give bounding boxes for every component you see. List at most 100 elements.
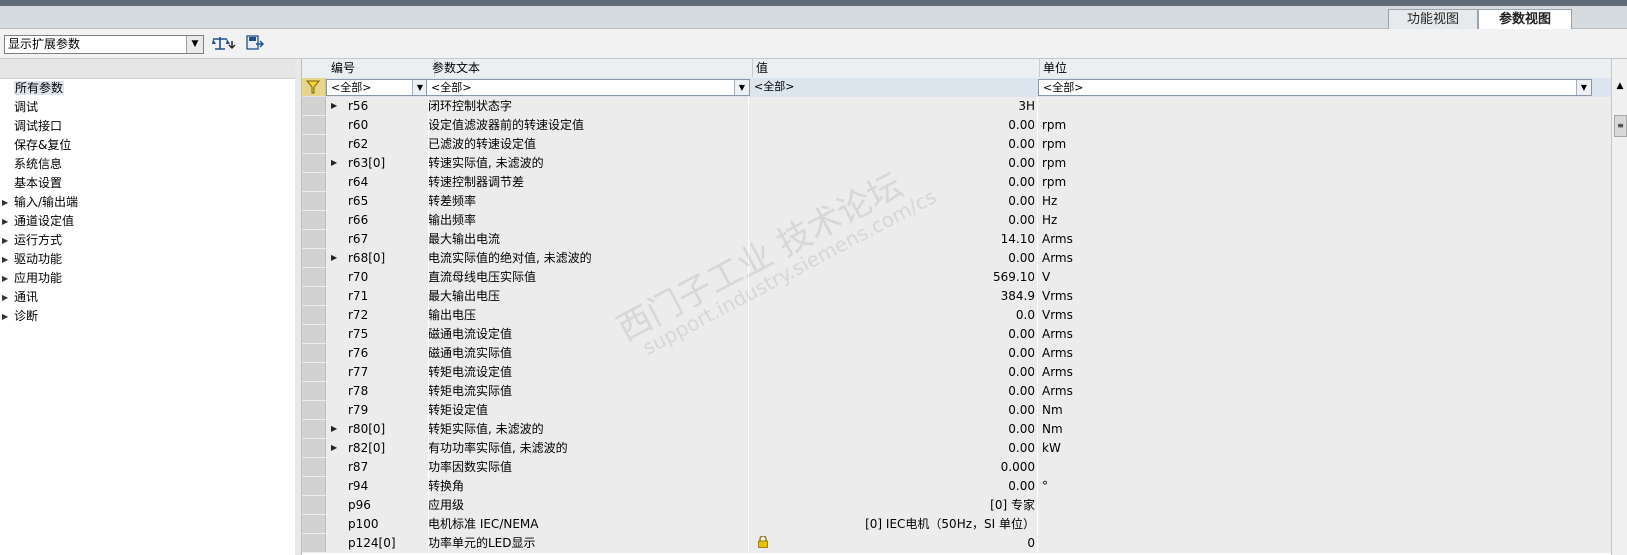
row-header[interactable] bbox=[302, 306, 326, 324]
row-header[interactable] bbox=[302, 230, 326, 248]
table-row[interactable]: p100 电机标准 IEC/NEMA [0] IEC电机（50Hz，SI 单位） bbox=[302, 515, 1611, 535]
table-row[interactable]: r78 转矩电流实际值 0.00 Arms bbox=[302, 382, 1611, 402]
scroll-up-icon[interactable]: ▲ bbox=[1612, 78, 1627, 94]
tree-item[interactable]: ▶ 应用功能 bbox=[0, 269, 295, 288]
table-row[interactable]: ▶ r56 闭环控制状态字 3H bbox=[302, 97, 1611, 117]
expand-arrow-icon[interactable]: ▶ bbox=[331, 439, 337, 457]
table-row[interactable]: r94 转换角 0.00 ° bbox=[302, 477, 1611, 497]
expand-arrow-icon[interactable]: ▶ bbox=[2, 250, 8, 269]
panel-splitter[interactable] bbox=[295, 59, 302, 555]
row-header[interactable] bbox=[302, 534, 326, 552]
tree-item[interactable]: ▶ 诊断 bbox=[0, 307, 295, 326]
expand-arrow-icon[interactable]: ▶ bbox=[331, 97, 337, 115]
expand-arrow-icon[interactable]: ▶ bbox=[2, 231, 8, 250]
table-row[interactable]: r70 直流母线电压实际值 569.10 V bbox=[302, 268, 1611, 288]
table-row[interactable]: ▶ r63[0] 转速实际值, 未滤波的 0.00 rpm bbox=[302, 154, 1611, 174]
row-header[interactable] bbox=[302, 287, 326, 305]
table-row[interactable]: r62 已滤波的转速设定值 0.00 rpm bbox=[302, 135, 1611, 155]
chevron-down-icon[interactable]: ▼ bbox=[412, 80, 427, 95]
expand-arrow-icon[interactable]: ▶ bbox=[2, 269, 8, 288]
table-row[interactable]: p96 应用级 [0] 专家 bbox=[302, 496, 1611, 516]
table-row[interactable]: r75 磁通电流设定值 0.00 Arms bbox=[302, 325, 1611, 345]
chevron-down-icon[interactable]: ▼ bbox=[734, 80, 749, 95]
tree-item[interactable]: ▶ 输入/输出端 bbox=[0, 193, 295, 212]
row-header[interactable] bbox=[302, 458, 326, 476]
table-row[interactable]: r77 转矩电流设定值 0.00 Arms bbox=[302, 363, 1611, 383]
parameter-value[interactable]: 0.00 bbox=[752, 401, 1035, 419]
parameter-value[interactable]: 0.00 bbox=[752, 477, 1035, 495]
table-row[interactable]: r72 输出电压 0.0 Vrms bbox=[302, 306, 1611, 326]
view-filter-dropdown[interactable]: 显示扩展参数 ▼ bbox=[4, 35, 204, 54]
expand-arrow-icon[interactable]: ▶ bbox=[2, 212, 8, 231]
row-header[interactable] bbox=[302, 154, 326, 172]
row-header[interactable] bbox=[302, 268, 326, 286]
table-row[interactable]: ▶ r80[0] 转矩实际值, 未滤波的 0.00 Nm bbox=[302, 420, 1611, 440]
parameter-value[interactable]: 0.00 bbox=[752, 382, 1035, 400]
tab-function-view[interactable]: 功能视图 bbox=[1388, 9, 1478, 29]
row-header[interactable] bbox=[302, 496, 326, 514]
column-header-value[interactable]: 值 bbox=[752, 59, 1040, 77]
row-header[interactable] bbox=[302, 192, 326, 210]
row-header[interactable] bbox=[302, 135, 326, 153]
vertical-scrollbar[interactable]: ▲ ≡ bbox=[1611, 59, 1627, 555]
row-header[interactable] bbox=[302, 420, 326, 438]
table-row[interactable]: p124[0] 功率单元的LED显示 0 bbox=[302, 534, 1611, 554]
filter-text[interactable]: <全部> ▼ bbox=[426, 79, 750, 96]
table-row[interactable]: r64 转速控制器调节差 0.00 rpm bbox=[302, 173, 1611, 193]
parameter-value[interactable]: 0.00 bbox=[752, 344, 1035, 362]
parameter-value[interactable]: [0] IEC电机（50Hz，SI 单位） bbox=[752, 515, 1035, 533]
tree-item[interactable]: 基本设置 bbox=[0, 174, 295, 193]
filter-unit[interactable]: <全部> ▼ bbox=[1038, 79, 1592, 96]
expand-arrow-icon[interactable]: ▶ bbox=[331, 249, 337, 267]
parameter-value[interactable]: 0.00 bbox=[752, 363, 1035, 381]
table-row[interactable]: r71 最大输出电压 384.9 Vrms bbox=[302, 287, 1611, 307]
tree-item[interactable]: ▶ 通道设定值 bbox=[0, 212, 295, 231]
tree-item[interactable]: 调试 bbox=[0, 98, 295, 117]
expand-arrow-icon[interactable]: ▶ bbox=[331, 154, 337, 172]
chevron-down-icon[interactable]: ▼ bbox=[186, 36, 203, 53]
parameter-value[interactable]: 0 bbox=[752, 534, 1035, 552]
parameter-value[interactable]: 0.00 bbox=[752, 154, 1035, 172]
parameter-value[interactable]: [0] 专家 bbox=[752, 496, 1035, 514]
parameter-value[interactable]: 0.00 bbox=[752, 325, 1035, 343]
row-header[interactable] bbox=[302, 401, 326, 419]
row-header[interactable] bbox=[302, 211, 326, 229]
table-row[interactable]: ▶ r68[0] 电流实际值的绝对值, 未滤波的 0.00 Arms bbox=[302, 249, 1611, 269]
parameter-value[interactable]: 0.000 bbox=[752, 458, 1035, 476]
tree-item[interactable]: 所有参数 bbox=[0, 79, 295, 98]
column-header-text[interactable]: 参数文本 bbox=[428, 59, 753, 77]
table-row[interactable]: r79 转矩设定值 0.00 Nm bbox=[302, 401, 1611, 421]
filter-value[interactable]: <全部> bbox=[750, 79, 1038, 94]
tab-parameter-view[interactable]: 参数视图 bbox=[1478, 9, 1572, 30]
parameter-value[interactable]: 0.0 bbox=[752, 306, 1035, 324]
row-header[interactable] bbox=[302, 344, 326, 362]
parameter-value[interactable]: 0.00 bbox=[752, 135, 1035, 153]
tree-item[interactable]: ▶ 驱动功能 bbox=[0, 250, 295, 269]
tree-item[interactable]: 系统信息 bbox=[0, 155, 295, 174]
balance-expand-icon[interactable] bbox=[212, 35, 238, 53]
table-row[interactable]: r60 设定值滤波器前的转速设定值 0.00 rpm bbox=[302, 116, 1611, 136]
row-header[interactable] bbox=[302, 173, 326, 191]
parameter-value[interactable]: 3H bbox=[752, 97, 1035, 115]
parameter-value[interactable]: 0.00 bbox=[752, 116, 1035, 134]
expand-arrow-icon[interactable]: ▶ bbox=[2, 288, 8, 307]
filter-number[interactable]: <全部> ▼ bbox=[326, 79, 428, 96]
column-header-number[interactable]: 编号 bbox=[325, 59, 435, 77]
table-row[interactable]: ▶ r82[0] 有功功率实际值, 未滤波的 0.00 kW bbox=[302, 439, 1611, 459]
row-header[interactable] bbox=[302, 382, 326, 400]
expand-arrow-icon[interactable]: ▶ bbox=[331, 420, 337, 438]
table-row[interactable]: r66 输出频率 0.00 Hz bbox=[302, 211, 1611, 231]
tree-item[interactable]: 调试接口 bbox=[0, 117, 295, 136]
tree-item[interactable]: ▶ 运行方式 bbox=[0, 231, 295, 250]
chevron-down-icon[interactable]: ▼ bbox=[1576, 80, 1591, 95]
table-row[interactable]: r67 最大输出电流 14.10 Arms bbox=[302, 230, 1611, 250]
parameter-value[interactable]: 0.00 bbox=[752, 439, 1035, 457]
parameter-value[interactable]: 0.00 bbox=[752, 420, 1035, 438]
tree-item[interactable]: ▶ 通讯 bbox=[0, 288, 295, 307]
row-header[interactable] bbox=[302, 363, 326, 381]
row-header[interactable] bbox=[302, 249, 326, 267]
save-export-icon[interactable] bbox=[246, 35, 264, 53]
filter-icon[interactable] bbox=[302, 78, 326, 96]
table-row[interactable]: r76 磁通电流实际值 0.00 Arms bbox=[302, 344, 1611, 364]
row-header[interactable] bbox=[302, 116, 326, 134]
